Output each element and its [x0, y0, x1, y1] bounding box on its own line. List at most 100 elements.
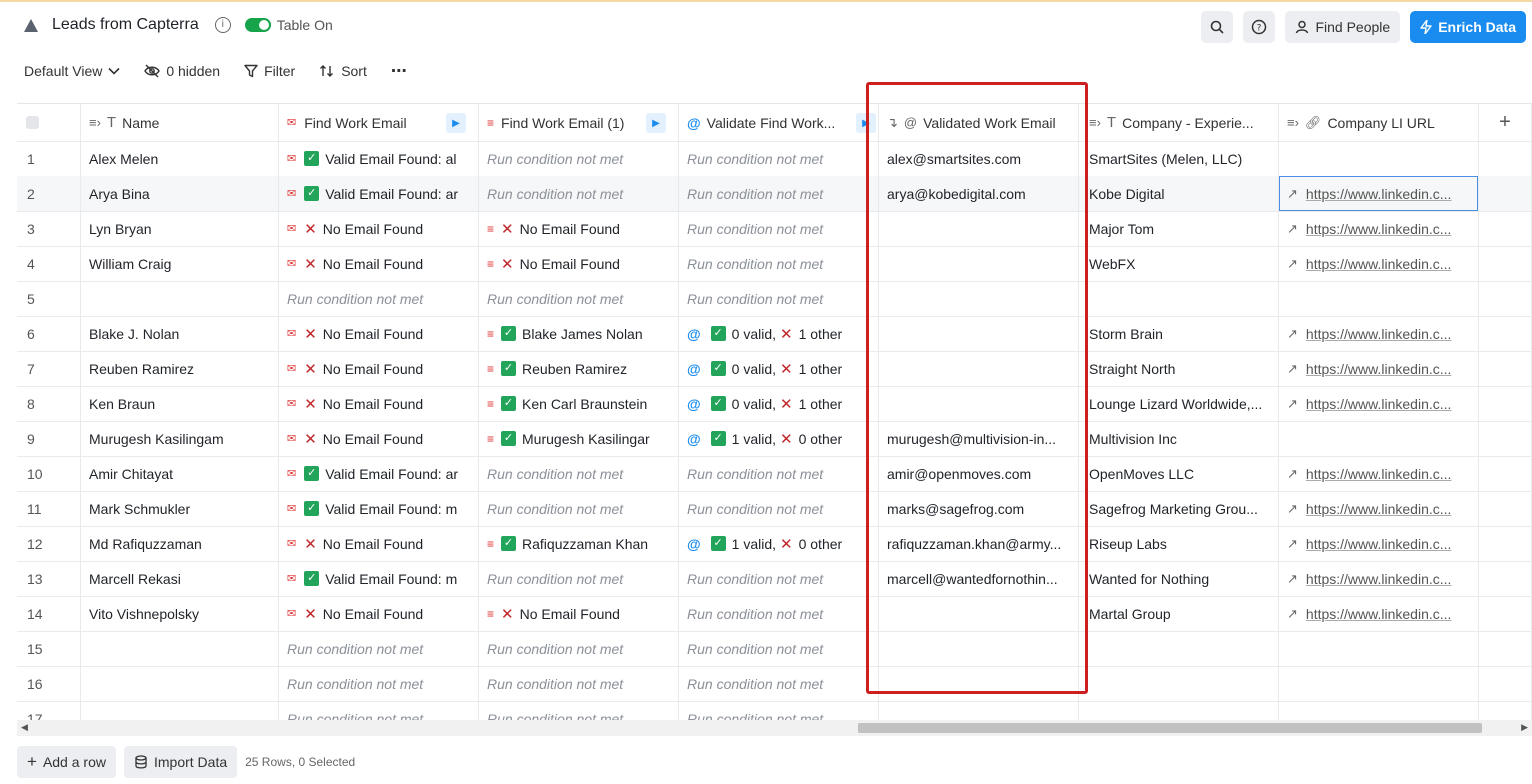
company-li-url-cell[interactable] — [1279, 281, 1479, 316]
table-row[interactable]: 3 Lyn Bryan ✉ ✕ No Email Found ≡ ✕ No Email Fou… — [17, 211, 1532, 247]
sort-button[interactable]: Sort — [319, 63, 367, 79]
validate-cell[interactable]: Run condition not met — [679, 701, 879, 720]
find-work-email-1-cell[interactable]: ≡ ✕ No Email Found — [479, 246, 679, 281]
row-number-cell[interactable]: 12 — [17, 526, 81, 561]
find-work-email-1-cell[interactable]: ≡ ✓ Reuben Ramirez — [479, 351, 679, 386]
company-li-url-cell[interactable]: ↗ https://www.linkedin.c... — [1279, 491, 1479, 526]
validated-work-email-cell[interactable]: murugesh@multivision-in... — [879, 421, 1079, 456]
find-work-email-cell[interactable]: ✉ ✕ No Email Found — [279, 246, 479, 281]
company-li-url-cell[interactable] — [1279, 421, 1479, 456]
find-work-email-1-cell[interactable]: Run condition not met — [479, 281, 679, 316]
horizontal-scrollbar[interactable]: ◀ ▶ — [17, 720, 1532, 736]
validated-work-email-cell[interactable] — [879, 246, 1079, 281]
table-row[interactable]: 6 Blake J. Nolan ✉ ✕ No Email Found ≡ ✓ Blake J… — [17, 316, 1532, 352]
validate-cell[interactable]: Run condition not met — [679, 176, 879, 211]
company-li-url-cell[interactable]: ↗ https://www.linkedin.c... — [1279, 596, 1479, 631]
run-column-play-icon[interactable]: ▶ — [446, 113, 466, 133]
linkedin-link[interactable]: https://www.linkedin.c... — [1306, 186, 1452, 202]
table-row[interactable]: 5 Run condition not met Run condition not … — [17, 281, 1532, 317]
company-cell[interactable] — [1079, 281, 1279, 316]
find-work-email-cell[interactable]: ✉ ✕ No Email Found — [279, 211, 479, 246]
external-link-icon[interactable]: ↗ — [1287, 606, 1298, 622]
name-cell[interactable]: Vito Vishnepolsky — [81, 596, 279, 631]
name-cell[interactable]: Amir Chitayat — [81, 456, 279, 491]
find-work-email-cell[interactable]: ✉ ✕ No Email Found — [279, 596, 479, 631]
company-cell[interactable]: Lounge Lizard Worldwide,... — [1079, 386, 1279, 421]
validate-cell[interactable]: @ ✓ 0 valid, ✕ 1 other — [679, 316, 879, 351]
validated-work-email-cell[interactable]: alex@smartsites.com — [879, 141, 1079, 176]
linkedin-link[interactable]: https://www.linkedin.c... — [1306, 501, 1452, 517]
name-cell[interactable]: William Craig — [81, 246, 279, 281]
company-li-url-cell[interactable] — [1279, 701, 1479, 720]
external-link-icon[interactable]: ↗ — [1287, 571, 1298, 587]
external-link-icon[interactable]: ↗ — [1287, 221, 1298, 237]
table-row[interactable]: 13 Marcell Rekasi ✉ ✓ Valid Email Found: m Ru… — [17, 561, 1532, 597]
external-link-icon[interactable]: ↗ — [1287, 326, 1298, 342]
table-row[interactable]: 7 Reuben Ramirez ✉ ✕ No Email Found ≡ ✓ Reuben … — [17, 351, 1532, 387]
help-button[interactable]: ? — [1243, 11, 1276, 43]
company-li-url-cell[interactable] — [1279, 141, 1479, 176]
company-li-url-cell[interactable]: ↗ https://www.linkedin.c... — [1279, 176, 1479, 211]
name-cell[interactable]: Reuben Ramirez — [81, 351, 279, 386]
linkedin-link[interactable]: https://www.linkedin.c... — [1306, 536, 1452, 552]
table-row[interactable]: 14 Vito Vishnepolsky ✉ ✕ No Email Found ≡ ✕ No … — [17, 596, 1532, 632]
validate-cell[interactable]: Run condition not met — [679, 456, 879, 491]
external-link-icon[interactable]: ↗ — [1287, 256, 1298, 272]
column-header-validate[interactable]: @ Validate Find Work... ▶ — [679, 104, 879, 141]
linkedin-link[interactable]: https://www.linkedin.c... — [1306, 396, 1452, 412]
company-cell[interactable] — [1079, 631, 1279, 666]
find-work-email-1-cell[interactable]: Run condition not met — [479, 176, 679, 211]
find-work-email-cell[interactable]: ✉ ✕ No Email Found — [279, 526, 479, 561]
company-cell[interactable]: Major Tom — [1079, 211, 1279, 246]
validate-cell[interactable]: @ ✓ 1 valid, ✕ 0 other — [679, 526, 879, 561]
name-cell[interactable] — [81, 281, 279, 316]
column-header-company[interactable]: ≡› T Company - Experie... — [1079, 104, 1279, 141]
find-work-email-1-cell[interactable]: Run condition not met — [479, 141, 679, 176]
scroll-left-arrow-icon[interactable]: ◀ — [21, 722, 28, 733]
row-number-cell[interactable]: 6 — [17, 316, 81, 351]
find-work-email-cell[interactable]: ✉ ✓ Valid Email Found: ar — [279, 456, 479, 491]
validated-work-email-cell[interactable]: marks@sagefrog.com — [879, 491, 1079, 526]
company-li-url-cell[interactable] — [1279, 666, 1479, 701]
external-link-icon[interactable]: ↗ — [1287, 501, 1298, 517]
filter-button[interactable]: Filter — [244, 63, 295, 79]
find-people-button[interactable]: Find People — [1285, 11, 1401, 43]
hidden-fields-button[interactable]: 0 hidden — [144, 63, 220, 79]
row-number-cell[interactable]: 8 — [17, 386, 81, 421]
find-work-email-1-cell[interactable]: Run condition not met — [479, 561, 679, 596]
table-row[interactable]: 16 Run condition not met Run condition not… — [17, 666, 1532, 702]
find-work-email-cell[interactable]: Run condition not met — [279, 701, 479, 720]
column-header-company-li-url[interactable]: ≡› 🔗︎ Company LI URL — [1279, 104, 1479, 141]
page-title[interactable]: Leads from Capterra — [52, 16, 199, 34]
company-cell[interactable]: WebFX — [1079, 246, 1279, 281]
external-link-icon[interactable]: ↗ — [1287, 466, 1298, 482]
row-number-cell[interactable]: 15 — [17, 631, 81, 666]
validated-work-email-cell[interactable] — [879, 351, 1079, 386]
validated-work-email-cell[interactable]: rafiquzzaman.khan@army... — [879, 526, 1079, 561]
company-cell[interactable]: Kobe Digital — [1079, 176, 1279, 211]
find-work-email-cell[interactable]: ✉ ✕ No Email Found — [279, 351, 479, 386]
company-cell[interactable]: Sagefrog Marketing Grou... — [1079, 491, 1279, 526]
table-row[interactable]: 9 Murugesh Kasilingam ✉ ✕ No Email Found ≡ ✓ Mu… — [17, 421, 1532, 457]
find-work-email-cell[interactable]: ✉ ✓ Valid Email Found: al — [279, 141, 479, 176]
row-number-cell[interactable]: 7 — [17, 351, 81, 386]
name-cell[interactable] — [81, 631, 279, 666]
external-link-icon[interactable]: ↗ — [1287, 361, 1298, 377]
table-toggle[interactable] — [244, 18, 271, 32]
linkedin-link[interactable]: https://www.linkedin.c... — [1306, 256, 1452, 272]
find-work-email-cell[interactable]: ✉ ✕ No Email Found — [279, 316, 479, 351]
row-number-cell[interactable]: 13 — [17, 561, 81, 596]
find-work-email-cell[interactable]: ✉ ✕ No Email Found — [279, 421, 479, 456]
linkedin-link[interactable]: https://www.linkedin.c... — [1306, 221, 1452, 237]
validated-work-email-cell[interactable] — [879, 281, 1079, 316]
column-header-validated-work-email[interactable]: ↴ @ Validated Work Email — [879, 104, 1079, 141]
info-icon[interactable]: i — [214, 17, 231, 33]
linkedin-link[interactable]: https://www.linkedin.c... — [1306, 466, 1452, 482]
company-li-url-cell[interactable]: ↗ https://www.linkedin.c... — [1279, 316, 1479, 351]
validated-work-email-cell[interactable]: arya@kobedigital.com — [879, 176, 1079, 211]
validate-cell[interactable]: Run condition not met — [679, 281, 879, 316]
select-all-checkbox[interactable] — [26, 116, 39, 129]
view-selector[interactable]: Default View — [24, 63, 120, 79]
company-cell[interactable]: Riseup Labs — [1079, 526, 1279, 561]
table-row[interactable]: 1 Alex Melen ✉ ✓ Valid Email Found: al Run co… — [17, 141, 1532, 177]
